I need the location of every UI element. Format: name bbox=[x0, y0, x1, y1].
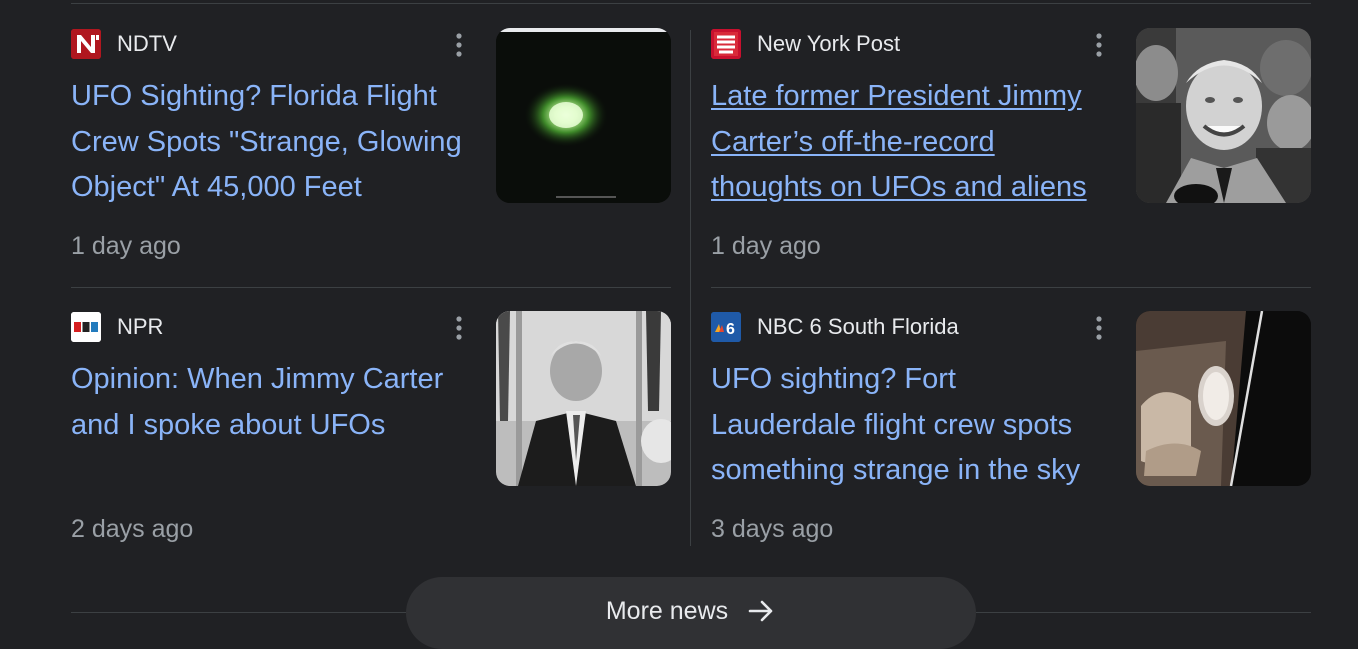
source: 6 NBC 6 South Florida bbox=[711, 311, 959, 343]
bottom-divider-right bbox=[976, 612, 1311, 613]
source: NDTV bbox=[71, 28, 177, 60]
column-divider bbox=[690, 30, 691, 546]
headline-link[interactable]: UFO sighting? Fort Lauderdale flight cre… bbox=[711, 357, 1106, 494]
more-options-icon[interactable] bbox=[1091, 30, 1107, 60]
source-name: New York Post bbox=[757, 31, 901, 56]
news-card-ndtv[interactable]: NDTV UFO Sighting? Florida Flight Crew S… bbox=[71, 0, 671, 260]
npr-logo-icon bbox=[71, 312, 101, 342]
more-options-icon[interactable] bbox=[1091, 313, 1107, 343]
more-options-icon[interactable] bbox=[451, 30, 467, 60]
source: New York Post bbox=[711, 28, 900, 60]
headline-link[interactable]: Late former President Jimmy Carter’s off… bbox=[711, 74, 1106, 211]
nbc6-logo-icon: 6 bbox=[711, 312, 741, 342]
news-card-nypost[interactable]: New York Post Late former President Jimm… bbox=[711, 0, 1311, 260]
bottom-divider-left bbox=[71, 612, 406, 613]
thumbnail-ufo-glow bbox=[496, 28, 671, 203]
arrow-right-icon bbox=[746, 596, 776, 626]
news-card-npr[interactable]: NPR Opinion: When Jimmy Carter and I spo… bbox=[71, 283, 671, 543]
thumbnail-jimmy-carter-podium bbox=[496, 311, 671, 486]
more-news-button[interactable]: More news bbox=[406, 577, 976, 649]
published-time: 1 day ago bbox=[711, 232, 821, 260]
published-time: 3 days ago bbox=[711, 515, 834, 543]
source: NPR bbox=[71, 311, 163, 343]
ndtv-logo-icon bbox=[71, 29, 101, 59]
published-time: 2 days ago bbox=[71, 515, 194, 543]
more-options-icon[interactable] bbox=[451, 313, 467, 343]
thumbnail-jimmy-carter-crowd bbox=[1136, 28, 1311, 203]
published-time: 1 day ago bbox=[71, 232, 181, 260]
source-name: NBC 6 South Florida bbox=[757, 314, 959, 339]
thumbnail-cabin-window bbox=[1136, 311, 1311, 486]
headline-link[interactable]: Opinion: When Jimmy Carter and I spoke a… bbox=[71, 357, 466, 448]
source-name: NPR bbox=[117, 314, 164, 339]
svg-text:6: 6 bbox=[726, 321, 735, 338]
source-name: NDTV bbox=[117, 31, 177, 56]
nypost-logo-icon bbox=[711, 29, 741, 59]
headline-link[interactable]: UFO Sighting? Florida Flight Crew Spots … bbox=[71, 74, 466, 211]
news-card-nbc6[interactable]: 6 NBC 6 South Florida UFO sighting? Fort… bbox=[711, 283, 1311, 543]
